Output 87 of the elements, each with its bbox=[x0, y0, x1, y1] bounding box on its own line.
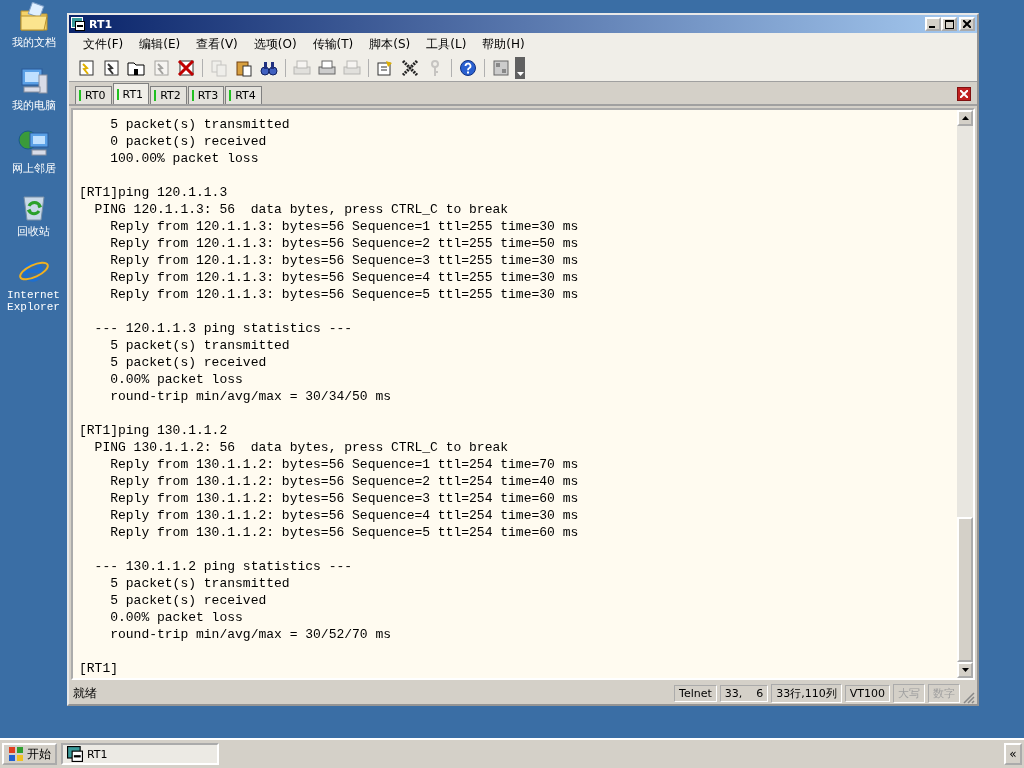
maximize-button[interactable] bbox=[941, 17, 957, 31]
minimize-button[interactable] bbox=[925, 17, 941, 31]
terminal-line: 0.00% packet loss bbox=[109, 609, 244, 626]
session-tab[interactable]: RT0 bbox=[75, 86, 112, 104]
terminal-line: 5 packet(s) received bbox=[109, 592, 268, 609]
close-tab-button[interactable] bbox=[957, 87, 971, 101]
menu-item[interactable]: 脚本(S) bbox=[361, 34, 419, 54]
terminal-line: PING 130.1.1.2: 56 data bytes, press CTRL_C to break bbox=[93, 439, 510, 456]
toolbar-overflow-button[interactable] bbox=[515, 57, 525, 79]
taskbar-task-button[interactable]: RT1 bbox=[61, 743, 219, 765]
terminal-window-icon bbox=[67, 746, 83, 762]
terminal-window-icon bbox=[71, 17, 85, 31]
lightning-icon bbox=[102, 59, 120, 77]
copy-icon bbox=[210, 59, 228, 77]
start-button[interactable]: 开始 bbox=[2, 743, 57, 765]
scroll-thumb[interactable] bbox=[957, 517, 973, 662]
terminal-line: Reply from 120.1.1.3: bytes=56 Sequence=3 ttl=255 time=30 ms bbox=[109, 252, 580, 269]
printer-icon bbox=[343, 59, 361, 77]
status-panel: 33行,110列 bbox=[771, 683, 842, 703]
terminal-line: round-trip min/avg/max = 30/52/70 ms bbox=[109, 626, 393, 643]
scroll-down-icon bbox=[961, 668, 969, 672]
chevron-down-icon bbox=[516, 72, 524, 76]
terminal-line: Reply from 130.1.1.2: bytes=56 Sequence=5 ttl=254 time=60 ms bbox=[109, 524, 580, 541]
menu-item[interactable]: 帮助(H) bbox=[474, 34, 533, 54]
terminal-line: [RT1]ping 120.1.1.3 bbox=[79, 184, 229, 201]
printer-icon bbox=[293, 59, 311, 77]
windows-logo-icon bbox=[8, 746, 24, 762]
desktop-icon-label[interactable]: 回收站 bbox=[3, 226, 64, 238]
toolbar-button[interactable] bbox=[175, 57, 197, 79]
folder-icon bbox=[127, 59, 145, 77]
options-icon bbox=[376, 59, 394, 77]
terminal-line: Reply from 130.1.1.2: bytes=56 Sequence=1 ttl=254 time=70 ms bbox=[109, 456, 580, 473]
terminal-line: 5 packet(s) transmitted bbox=[109, 337, 291, 354]
terminal-line: --- 130.1.1.2 ping statistics --- bbox=[93, 558, 354, 575]
session-tab[interactable]: RT1 bbox=[112, 83, 150, 104]
terminal-line: 0.00% packet loss bbox=[109, 371, 244, 388]
toolbar-button[interactable] bbox=[457, 57, 479, 79]
vertical-scrollbar[interactable] bbox=[957, 110, 973, 678]
close-icon bbox=[963, 20, 971, 28]
desktop-icon-label[interactable]: 网上邻居 bbox=[3, 163, 64, 175]
desktop-icon-label[interactable]: 我的电脑 bbox=[3, 100, 64, 112]
desktop-icon-label[interactable]: 我的文档 bbox=[3, 37, 64, 49]
window-title: RT1 bbox=[89, 17, 113, 31]
terminal-line: Reply from 130.1.1.2: bytes=56 Sequence=4 ttl=254 time=30 ms bbox=[109, 507, 580, 524]
terminal-line: Reply from 120.1.1.3: bytes=56 Sequence=4 ttl=255 time=30 ms bbox=[109, 269, 580, 286]
menu-item[interactable]: 查看(V) bbox=[188, 34, 246, 54]
terminal-line: 5 packet(s) transmitted bbox=[109, 116, 291, 133]
terminal-line: Reply from 130.1.1.2: bytes=56 Sequence=2 ttl=254 time=40 ms bbox=[109, 473, 580, 490]
resize-grip-icon[interactable] bbox=[963, 692, 975, 704]
session-tab[interactable]: RT2 bbox=[150, 86, 187, 104]
terminal-line: 100.00% packet loss bbox=[109, 150, 260, 167]
desktop-icon-label[interactable]: Internet Explorer bbox=[3, 289, 64, 313]
binoculars-icon bbox=[260, 59, 278, 77]
new-session-icon bbox=[77, 59, 95, 77]
status-panel: VT100 bbox=[844, 684, 890, 702]
session-tab[interactable]: RT4 bbox=[225, 86, 262, 104]
terminal-line: round-trip min/avg/max = 30/34/50 ms bbox=[109, 388, 393, 405]
terminal-line: Reply from 120.1.1.3: bytes=56 Sequence=2 ttl=255 time=50 ms bbox=[109, 235, 580, 252]
close-icon bbox=[960, 90, 968, 98]
menu-item[interactable]: 传输(T) bbox=[304, 34, 362, 54]
menu-item[interactable]: 文件(F) bbox=[75, 34, 132, 54]
menu-item[interactable]: 编辑(E) bbox=[131, 34, 189, 54]
folder-icon[interactable] bbox=[17, 2, 50, 34]
printer-icon bbox=[318, 59, 336, 77]
terminal-line: [RT1]ping 130.1.1.2 bbox=[79, 422, 229, 439]
terminal-line: PING 120.1.1.3: 56 data bytes, press CTRL_C to break bbox=[93, 201, 510, 218]
status-panel: 33, 6 bbox=[719, 684, 769, 702]
scroll-up-icon bbox=[961, 116, 969, 120]
paste-icon bbox=[235, 59, 253, 77]
session-tab[interactable]: RT3 bbox=[187, 86, 225, 104]
disconnect-icon bbox=[177, 59, 195, 77]
maximize-icon bbox=[944, 19, 954, 29]
status-message: 就绪 bbox=[73, 684, 98, 702]
show-tray-button[interactable]: « bbox=[1004, 743, 1022, 765]
terminal-line: Reply from 120.1.1.3: bytes=56 Sequence=1 ttl=255 time=30 ms bbox=[109, 218, 580, 235]
status-panel: Telnet bbox=[674, 684, 717, 702]
terminal-line: 0 packet(s) received bbox=[109, 133, 268, 150]
terminal-line: 5 packet(s) transmitted bbox=[109, 575, 291, 592]
terminal-line: Reply from 130.1.1.2: bytes=56 Sequence=3 ttl=254 time=60 ms bbox=[109, 490, 580, 507]
menu-item[interactable]: 工具(L) bbox=[418, 34, 475, 54]
help-icon bbox=[459, 59, 477, 77]
terminal-line: --- 120.1.1.3 ping statistics --- bbox=[93, 320, 354, 337]
terminal-line: 5 packet(s) received bbox=[109, 354, 268, 371]
close-button[interactable] bbox=[959, 17, 975, 31]
terminal-line: [RT1] bbox=[79, 660, 119, 677]
menu-item[interactable]: 选项(O) bbox=[245, 34, 305, 54]
terminal-line: Reply from 120.1.1.3: bytes=56 Sequence=5 ttl=255 time=30 ms bbox=[109, 286, 580, 303]
